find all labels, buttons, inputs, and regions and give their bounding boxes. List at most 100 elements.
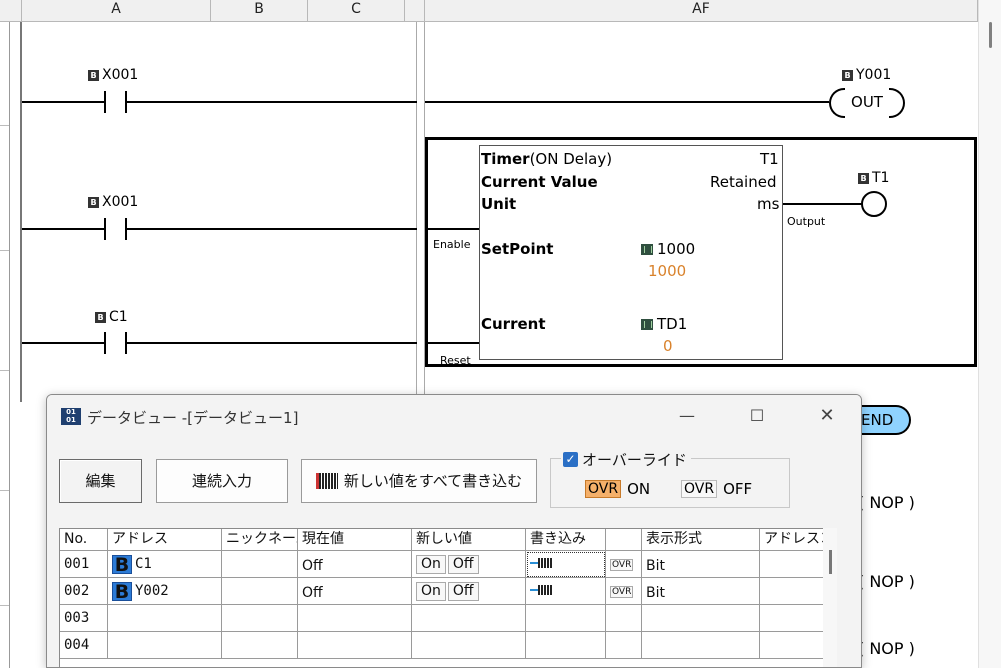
- timer-unit-label: Unit: [481, 195, 516, 213]
- out-coil[interactable]: OUT: [829, 88, 905, 118]
- timer-current-value-label: Current Value: [481, 173, 598, 191]
- row2-address[interactable]: B Y002: [108, 578, 222, 605]
- grid-scrollbar-thumb[interactable]: [829, 550, 832, 574]
- rung3-wire-left: [22, 342, 104, 344]
- row4-address[interactable]: [108, 632, 222, 659]
- rung2-contact-left-bar[interactable]: [104, 218, 106, 240]
- row1-on-button[interactable]: On: [416, 555, 446, 574]
- col-new-value[interactable]: 新しい値: [412, 529, 526, 551]
- ladder-editor: A B C AF B X001 B Y001 OUT B X001 B C1 T…: [0, 0, 1001, 668]
- close-icon[interactable]: ✕: [805, 403, 849, 431]
- rung1-wire-left: [22, 101, 104, 103]
- col-nickname[interactable]: ニックネーム: [222, 529, 298, 551]
- row1-ovr-badge[interactable]: OVR: [610, 559, 634, 571]
- row2-address-text: Y002: [135, 583, 169, 599]
- row1-off-button[interactable]: Off: [447, 555, 479, 574]
- row3-new-value[interactable]: [412, 605, 526, 632]
- row4-ovr[interactable]: [606, 632, 642, 659]
- timer-current-device[interactable]: TD1: [641, 315, 687, 333]
- row2-format[interactable]: Bit: [642, 578, 760, 605]
- row4-write[interactable]: [526, 632, 606, 659]
- row4-new-value[interactable]: [412, 632, 526, 659]
- editor-vertical-scrollbar[interactable]: [978, 0, 1001, 668]
- column-header-c[interactable]: C: [308, 0, 405, 22]
- col-display-format[interactable]: 表示形式: [642, 529, 760, 551]
- timer-setpoint-device[interactable]: 1000: [641, 240, 695, 258]
- write-all-button[interactable]: 新しい値をすべて書き込む: [301, 459, 537, 503]
- column-header-af[interactable]: AF: [425, 0, 978, 22]
- row1-ovr[interactable]: OVR: [606, 551, 642, 578]
- continuous-input-button[interactable]: 連続入力: [156, 459, 288, 503]
- minimize-icon[interactable]: —: [665, 403, 709, 431]
- col-ovr[interactable]: [606, 529, 642, 551]
- rung1-coil-label[interactable]: B Y001: [842, 67, 891, 83]
- row2-write[interactable]: [526, 578, 606, 605]
- rung2-contact-label[interactable]: B X001: [88, 194, 138, 210]
- override-off-option[interactable]: OVR OFF: [681, 480, 752, 498]
- rung1-contact-left-bar[interactable]: [104, 91, 106, 113]
- override-on-option[interactable]: OVR ON: [585, 480, 650, 498]
- timer-output-coil[interactable]: [861, 191, 887, 217]
- row4-format[interactable]: [642, 632, 760, 659]
- timer-output-device-label[interactable]: B T1: [858, 170, 889, 186]
- edit-button[interactable]: 編集: [59, 459, 142, 503]
- row1-new-value[interactable]: On Off: [412, 551, 526, 578]
- row3-address[interactable]: [108, 605, 222, 632]
- dialog-title: データビュー -[データビュー1]: [87, 409, 299, 427]
- ovr-on-badge: OVR: [585, 480, 622, 498]
- setpoint-device-text: 1000: [657, 240, 696, 258]
- row2-on-button[interactable]: On: [416, 582, 446, 601]
- timer-current-label: Current: [481, 315, 546, 333]
- row1-format[interactable]: Bit: [642, 551, 760, 578]
- write-icon[interactable]: [530, 557, 554, 569]
- timer-output-wire: [783, 203, 863, 205]
- rung3-contact-label[interactable]: B C1: [95, 309, 128, 325]
- data-view-grid[interactable]: No. アドレス ニックネーム 現在値 新しい値 書き込み 表示形式 アドレスコ…: [59, 528, 835, 667]
- nop-instruction-1[interactable]: ( NOP ): [858, 493, 915, 512]
- end-instruction[interactable]: END: [857, 405, 911, 435]
- override-checkbox[interactable]: ✓ オーバーライド: [561, 449, 691, 470]
- nop-instruction-3[interactable]: ( NOP ): [858, 639, 915, 658]
- row1-current: Off: [298, 551, 412, 578]
- row1-address[interactable]: B C1: [108, 551, 222, 578]
- row3-nickname[interactable]: [222, 605, 298, 632]
- row3-write[interactable]: [526, 605, 606, 632]
- rung1-contact-label[interactable]: B X001: [88, 67, 138, 83]
- row1-write[interactable]: [526, 551, 606, 578]
- coil-instruction: OUT: [851, 93, 883, 111]
- current-label-text: Current: [481, 315, 546, 333]
- ovr-on-text: ON: [627, 480, 651, 498]
- row2-new-value[interactable]: On Off: [412, 578, 526, 605]
- row3-ovr[interactable]: [606, 605, 642, 632]
- rung2-contact-address: X001: [102, 194, 139, 210]
- col-address[interactable]: アドレス: [108, 529, 222, 551]
- grid-vertical-scrollbar[interactable]: [823, 528, 837, 667]
- rung3-wire-mid: [127, 342, 417, 344]
- rung3-contact-left-bar[interactable]: [104, 332, 106, 354]
- row3-format[interactable]: [642, 605, 760, 632]
- row1-nickname[interactable]: [222, 551, 298, 578]
- dialog-title-bar[interactable]: 01 01 データビュー -[データビュー1] — ☐ ✕: [47, 395, 861, 437]
- data-view-dialog[interactable]: 01 01 データビュー -[データビュー1] — ☐ ✕ 編集 連続入力 新しい…: [46, 394, 862, 668]
- maximize-icon[interactable]: ☐: [735, 403, 779, 431]
- column-header-a[interactable]: A: [22, 0, 211, 22]
- row4-nickname[interactable]: [222, 632, 298, 659]
- row2-nickname[interactable]: [222, 578, 298, 605]
- timer-title: Timer(ON Delay): [481, 150, 612, 168]
- timer-output-device: T1: [872, 170, 890, 186]
- write-icon[interactable]: [530, 584, 554, 596]
- row2-off-button[interactable]: Off: [447, 582, 479, 601]
- scrollbar-thumb[interactable]: [989, 22, 992, 48]
- row2-no: 002: [60, 578, 108, 605]
- timer-setpoint-monitor: 1000: [648, 262, 687, 280]
- column-header-b[interactable]: B: [211, 0, 308, 22]
- col-no[interactable]: No.: [60, 529, 108, 551]
- row2-ovr[interactable]: OVR: [606, 578, 642, 605]
- col-current-value[interactable]: 現在値: [298, 529, 412, 551]
- timer-enable-label: Enable: [433, 238, 471, 251]
- rung3-contact-address: C1: [109, 309, 128, 325]
- nop-instruction-2[interactable]: ( NOP ): [858, 572, 915, 591]
- row2-ovr-badge[interactable]: OVR: [610, 586, 634, 598]
- col-write[interactable]: 書き込み: [526, 529, 606, 551]
- timer-current-monitor: 0: [663, 337, 673, 355]
